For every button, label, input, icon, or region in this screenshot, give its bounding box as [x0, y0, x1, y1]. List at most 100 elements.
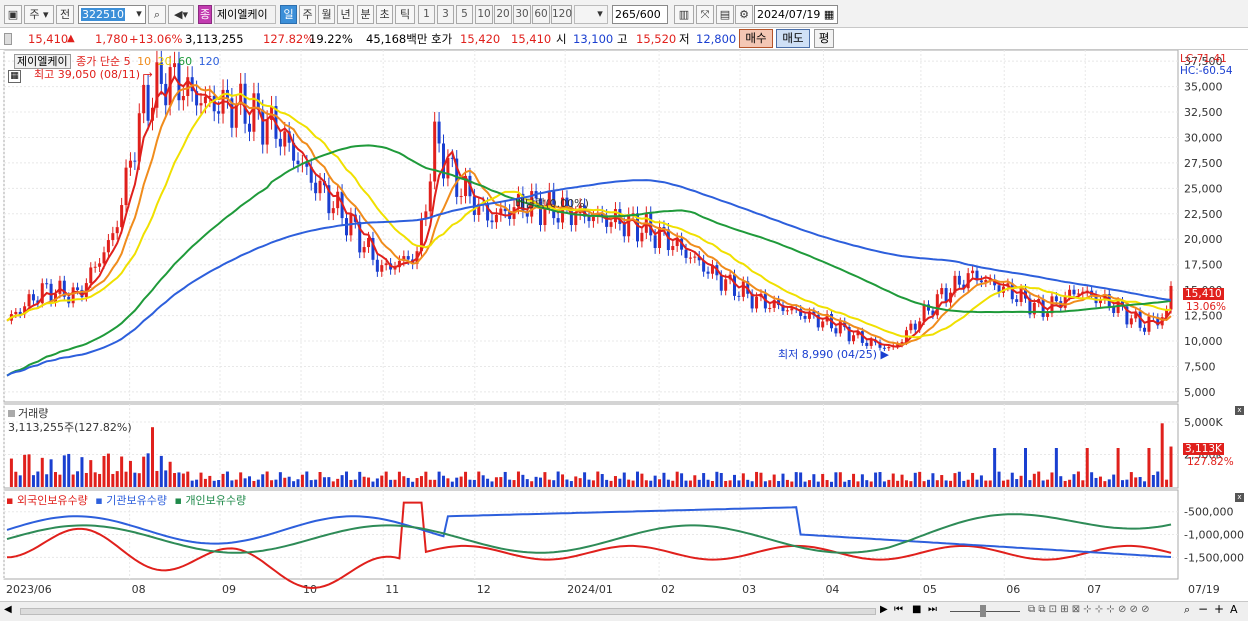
- minute-60[interactable]: 60: [532, 5, 550, 24]
- period-year[interactable]: 년: [337, 5, 354, 24]
- scroll-left-icon[interactable]: ◀: [4, 604, 12, 615]
- search-icon[interactable]: ⌕: [148, 5, 166, 24]
- volume-bar: [322, 477, 326, 487]
- all-toggle[interactable]: 전: [56, 5, 74, 24]
- candle-body: [622, 223, 626, 237]
- period-second[interactable]: 초: [376, 5, 393, 24]
- table-icon[interactable]: ▦: [8, 70, 21, 83]
- period-tick[interactable]: 틱: [395, 5, 415, 24]
- period-month[interactable]: 월: [318, 5, 335, 24]
- candle-body: [671, 246, 675, 251]
- volume-bar: [1054, 448, 1058, 487]
- calendar-icon[interactable]: ▦: [824, 8, 834, 21]
- x-tick-label: 05: [923, 583, 937, 596]
- chart-area[interactable]: 37,500 35,000 32,500 30,000 27,500 25,000 22,5…: [0, 49, 1248, 621]
- minute-20[interactable]: 20: [494, 5, 512, 24]
- volume-bar: [755, 471, 759, 487]
- volume-bar: [516, 471, 520, 487]
- volume-bar: [252, 481, 256, 487]
- volume-bar: [128, 460, 132, 487]
- buy-button[interactable]: 매수: [739, 29, 773, 48]
- volume-bar: [503, 471, 507, 487]
- close-icon[interactable]: x: [1235, 493, 1244, 502]
- volume-bar: [997, 471, 1001, 487]
- candle-body: [283, 131, 287, 147]
- volume-bar: [1090, 472, 1094, 487]
- candle-body: [494, 214, 498, 223]
- candle-body: [203, 96, 207, 104]
- save-icon[interactable]: ▤: [716, 5, 734, 24]
- quote-checkbox[interactable]: [4, 33, 12, 45]
- code-dropdown-icon[interactable]: ▾: [132, 5, 146, 24]
- minute-120[interactable]: 120: [551, 5, 572, 24]
- volume-bar: [45, 474, 49, 487]
- minute-30[interactable]: 30: [513, 5, 531, 24]
- high-label: 고: [617, 32, 628, 46]
- scroll-track[interactable]: [20, 608, 876, 615]
- volume-bar: [494, 477, 498, 487]
- volume-bar: [203, 478, 207, 487]
- volume-bar: [715, 471, 719, 487]
- date-input[interactable]: 2024/07/19 ▦: [754, 5, 838, 24]
- volume-bar: [680, 473, 684, 487]
- minute-10[interactable]: 10: [475, 5, 493, 24]
- zoom-slider-handle[interactable]: [980, 605, 986, 617]
- volume-bar: [547, 479, 551, 487]
- zoom-in-icon[interactable]: +: [1214, 602, 1224, 616]
- stop-icon[interactable]: ■: [912, 604, 921, 615]
- volume-bar: [217, 480, 221, 487]
- count-input[interactable]: 265/600: [612, 5, 668, 24]
- volume-bar: [1125, 479, 1129, 487]
- volume-bar: [856, 481, 860, 487]
- zoom-out-icon[interactable]: −: [1198, 602, 1208, 616]
- layout-icons[interactable]: ⧉ ⧉ ⊡ ⊞ ⊠ ⊹ ⊹ ⊹ ⊘ ⊘ ⊘: [1028, 604, 1149, 615]
- period-week[interactable]: 주: [299, 5, 316, 24]
- eval-button[interactable]: 평: [814, 29, 834, 48]
- candle-body: [111, 233, 115, 241]
- volume-tick-label: 5,000K: [1184, 416, 1223, 429]
- price-tick-label: 32,500: [1184, 106, 1223, 119]
- candle-body: [102, 252, 106, 264]
- volume-bar: [424, 471, 428, 487]
- volume-bar: [120, 456, 124, 487]
- volume-bar: [512, 480, 516, 487]
- crosshair-icon[interactable]: ⤧: [696, 5, 714, 24]
- volume-bar: [49, 459, 53, 487]
- speaker-icon[interactable]: ◀▾: [168, 5, 194, 24]
- market-select[interactable]: 주 ▾: [24, 5, 54, 24]
- gear-icon[interactable]: ⚙: [735, 5, 753, 24]
- font-size-icon[interactable]: A: [1230, 603, 1238, 616]
- candle-body: [199, 103, 203, 106]
- rewind-icon[interactable]: ⏮: [894, 604, 903, 615]
- volume-bar: [993, 448, 997, 487]
- period-day[interactable]: 일: [280, 5, 297, 24]
- minute-3[interactable]: 3: [437, 5, 454, 24]
- volume-bar: [697, 479, 701, 487]
- candle-body: [724, 279, 728, 291]
- period-minute[interactable]: 분: [357, 5, 374, 24]
- volume-bar: [133, 472, 137, 487]
- holder-tick-label: -1,500,000: [1184, 551, 1244, 564]
- volume-bar: [953, 473, 957, 487]
- volume-bar: [1098, 476, 1102, 487]
- custom-period-dropdown-icon[interactable]: ▾: [592, 5, 608, 24]
- candle-icon[interactable]: ▥: [674, 5, 694, 24]
- close-icon[interactable]: x: [1235, 406, 1244, 415]
- zoom-search-icon[interactable]: ⌕: [1184, 603, 1190, 617]
- volume-bar: [93, 472, 97, 487]
- scroll-right-icon[interactable]: ▶: [880, 604, 888, 615]
- stock-chart-canvas[interactable]: 37,50035,00032,50030,00027,50025,00022,5…: [0, 49, 1248, 621]
- candle-body: [345, 218, 348, 236]
- chart-type-icon[interactable]: ▣: [4, 5, 22, 24]
- minute-1[interactable]: 1: [418, 5, 435, 24]
- volume-bar: [1129, 472, 1133, 487]
- sell-button[interactable]: 매도: [776, 29, 810, 48]
- volume-bar: [499, 477, 503, 487]
- minute-5[interactable]: 5: [456, 5, 473, 24]
- current-pct-tag: 13.06%: [1186, 301, 1227, 313]
- volume-bar: [878, 472, 882, 487]
- fast-forward-icon[interactable]: ⏭: [928, 604, 937, 615]
- scroll-bar[interactable]: ◀ ▶ ⏮ ■ ⏭ ⧉ ⧉ ⊡ ⊞ ⊠ ⊹ ⊹ ⊹ ⊘ ⊘ ⊘ ⌕ − + A: [0, 601, 1248, 621]
- volume-bar: [1107, 479, 1111, 487]
- ask-price: 15,420: [460, 32, 501, 46]
